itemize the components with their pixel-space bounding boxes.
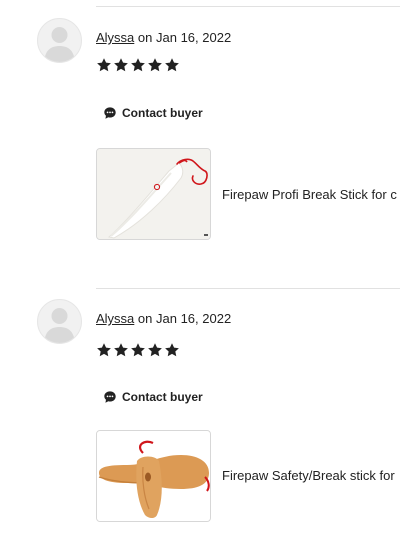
reviewer-name-link[interactable]: Alyssa	[96, 311, 134, 326]
star-icon	[131, 343, 145, 357]
review-item: Alyssa on Jan 16, 2022 Contact buyer Fir…	[0, 299, 400, 554]
star-icon	[148, 343, 162, 357]
star-icon	[165, 343, 179, 357]
product-title-link[interactable]: Firepaw Safety/Break stick for	[222, 468, 395, 483]
product-title-link[interactable]: Firepaw Profi Break Stick for c	[222, 187, 397, 202]
product-thumbnail[interactable]	[96, 430, 211, 522]
star-icon	[97, 343, 111, 357]
review-item: Alyssa on Jan 16, 2022 Contact buyer Fir…	[0, 18, 400, 278]
star-rating	[96, 57, 180, 73]
reviewer-name-link[interactable]: Alyssa	[96, 30, 134, 45]
review-date: on Jan 16, 2022	[137, 30, 232, 45]
chat-bubble-icon	[104, 107, 116, 119]
star-icon	[148, 58, 162, 72]
review-date: on Jan 16, 2022	[137, 311, 232, 326]
star-icon	[97, 58, 111, 72]
star-icon	[114, 58, 128, 72]
review-meta: Alyssa on Jan 16, 2022	[96, 311, 231, 326]
divider	[96, 288, 400, 289]
review-meta: Alyssa on Jan 16, 2022	[96, 30, 231, 45]
product-thumbnail[interactable]	[96, 148, 211, 240]
contact-buyer-label: Contact buyer	[122, 106, 203, 120]
reviews-list: Alyssa on Jan 16, 2022 Contact buyer Fir…	[0, 0, 400, 554]
white-break-stick-with-red-cord	[97, 149, 210, 239]
contact-buyer-button[interactable]: Contact buyer	[103, 106, 203, 120]
default-avatar-icon	[37, 299, 82, 344]
contact-buyer-button[interactable]: Contact buyer	[103, 390, 203, 404]
star-rating	[96, 342, 180, 358]
wooden-break-stick-with-red-cord	[97, 431, 210, 521]
divider	[96, 6, 400, 7]
contact-buyer-label: Contact buyer	[122, 390, 203, 404]
default-avatar-icon	[37, 18, 82, 63]
chat-bubble-icon	[104, 391, 116, 403]
star-icon	[165, 58, 179, 72]
star-icon	[131, 58, 145, 72]
star-icon	[114, 343, 128, 357]
